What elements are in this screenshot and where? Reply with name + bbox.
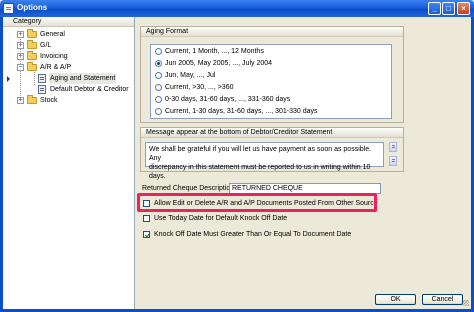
category-tree[interactable]: Category + General + G/L + Invoicing − A… (3, 17, 135, 309)
folder-open-icon (27, 62, 37, 71)
tree-item-label: Stock (40, 97, 58, 104)
window-title: Options (17, 3, 48, 12)
title-bar: Options _ □ × (0, 0, 474, 17)
app-icon (3, 3, 14, 14)
radio-button[interactable] (155, 72, 162, 79)
tree-item-aging-and-statement[interactable]: Aging and Statement (3, 73, 134, 84)
tree-item-ar-ap[interactable]: − A/R & A/P (3, 62, 134, 73)
memo-edit-icon[interactable] (389, 156, 397, 166)
checkbox[interactable] (143, 215, 150, 222)
radio-button[interactable] (155, 48, 162, 55)
statement-message-textarea[interactable]: We shall be grateful if you will let us … (145, 142, 384, 180)
document-icon (38, 85, 46, 94)
tree-item-gl[interactable]: + G/L (3, 40, 134, 51)
document-icon (38, 74, 46, 83)
radio-label: 0-30 days, 31-60 days, ..., 331-360 days (165, 96, 291, 103)
radio-button[interactable] (155, 84, 162, 91)
aging-format-group: Aging Format Current, 1 Month, ..., 12 M… (140, 26, 404, 123)
collapse-icon[interactable]: − (17, 64, 24, 71)
checkbox-label: Use Today Date for Default Knock Off Dat… (154, 215, 288, 222)
expand-icon[interactable]: + (17, 97, 24, 104)
folder-icon (27, 29, 37, 38)
tree-item-default-debtor-creditor[interactable]: Default Debtor & Creditor (3, 84, 134, 95)
checkbox-label: Knock Off Date Must Greater Than Or Equa… (154, 231, 352, 238)
resize-grip-icon[interactable] (463, 300, 469, 306)
checkbox-checked[interactable] (143, 231, 150, 238)
statement-message-group: Message appear at the bottom of Debtor/C… (140, 127, 404, 180)
expand-icon[interactable]: + (17, 31, 24, 38)
tree-item-label: Aging and Statement (49, 73, 117, 84)
radio-label: Jun, May, ..., Jul (165, 72, 216, 79)
aging-format-options: Current, 1 Month, ..., 12 Months Jun 200… (150, 44, 392, 119)
tree-item-label: Invoicing (40, 53, 68, 60)
maximize-button[interactable]: □ (442, 2, 455, 15)
radio-label: Current, >30, ..., >360 (165, 84, 234, 91)
tree-item-label: Default Debtor & Creditor (50, 86, 129, 93)
category-header: Category (3, 17, 134, 27)
cancel-button[interactable]: Cancel (422, 294, 463, 305)
tree-item-stock[interactable]: + Stock (3, 95, 134, 106)
minimize-button[interactable]: _ (428, 2, 441, 15)
radio-label: Jun 2005, May 2005, ..., July 2004 (165, 60, 273, 67)
folder-icon (27, 95, 37, 104)
tree-item-invoicing[interactable]: + Invoicing (3, 51, 134, 62)
tree-item-label: G/L (40, 42, 52, 49)
current-row-arrow-icon (7, 76, 10, 82)
radio-label: Current, 1 Month, ..., 12 Months (165, 48, 264, 55)
radio-button[interactable] (155, 96, 162, 103)
radio-label: Current, 1-30 days, 31-60 days, ..., 301… (165, 108, 318, 115)
folder-icon (27, 51, 37, 60)
aging-format-title: Aging Format (141, 27, 403, 37)
statement-message-title: Message appear at the bottom of Debtor/C… (141, 128, 403, 138)
tree-item-general[interactable]: + General (3, 29, 134, 40)
ok-button[interactable]: OK (375, 294, 416, 305)
expand-icon[interactable]: + (17, 42, 24, 49)
radio-button[interactable] (155, 108, 162, 115)
tree-item-label: General (40, 31, 65, 38)
tree-item-label: A/R & A/P (40, 64, 72, 71)
statement-message-line: We shall be grateful if you will let us … (149, 146, 372, 162)
folder-icon (27, 40, 37, 49)
memo-edit-icon[interactable] (389, 142, 397, 152)
statement-message-line: discrepancy in this statement must be re… (149, 164, 371, 180)
close-button[interactable]: × (457, 2, 470, 15)
highlight-annotation (137, 193, 377, 212)
radio-button-selected[interactable] (155, 60, 162, 67)
expand-icon[interactable]: + (17, 53, 24, 60)
